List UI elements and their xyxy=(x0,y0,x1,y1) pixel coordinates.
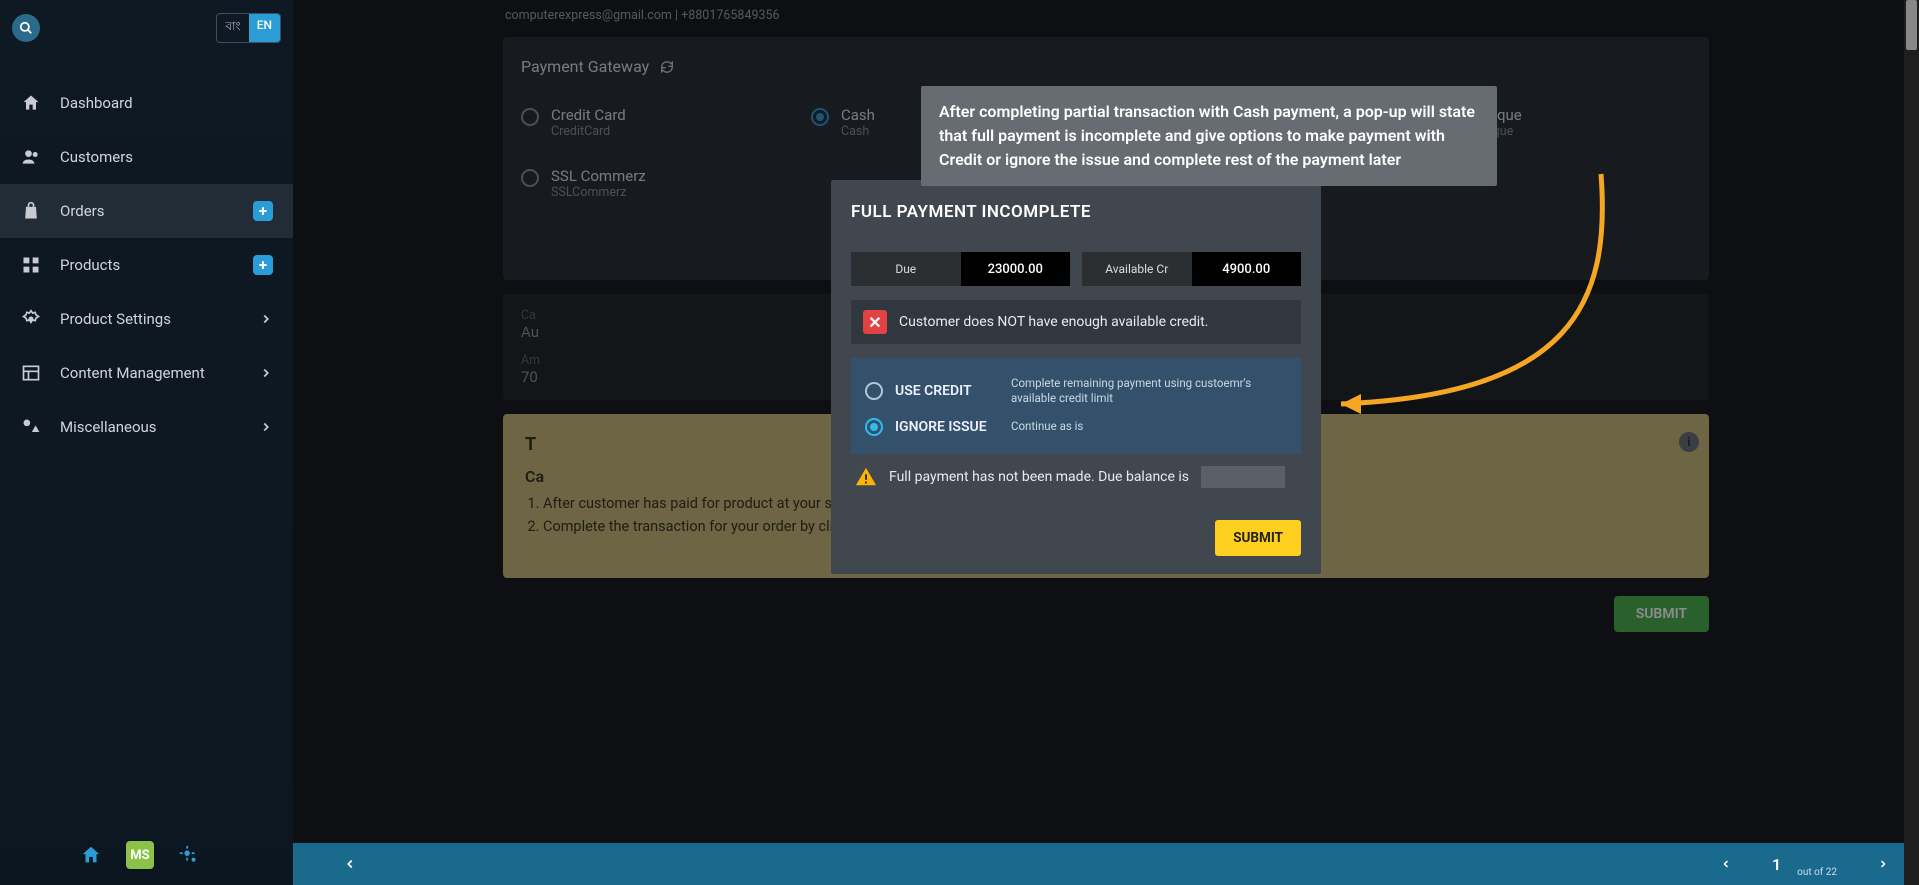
grid-icon xyxy=(20,255,42,275)
ms-badge[interactable]: MS xyxy=(126,841,154,869)
lang-bn[interactable]: বাং xyxy=(217,14,248,42)
sidebar-item-label: Customers xyxy=(60,148,133,166)
shapes-icon xyxy=(20,417,42,437)
bag-icon xyxy=(20,201,42,221)
option-ignore-issue[interactable]: IGNORE ISSUE Continue as is xyxy=(865,412,1287,442)
home-icon xyxy=(20,93,42,113)
page-total: out of 22 xyxy=(1797,867,1837,878)
modal-submit-button[interactable]: SUBMIT xyxy=(1215,520,1301,556)
search-icon xyxy=(19,21,33,35)
vertical-scrollbar[interactable] xyxy=(1904,0,1919,885)
modal-title: FULL PAYMENT INCOMPLETE xyxy=(851,202,1301,222)
users-icon xyxy=(20,147,42,167)
due-balance-input[interactable] xyxy=(1201,466,1285,488)
layout-icon xyxy=(20,363,42,383)
alert-text: Customer does NOT have enough available … xyxy=(899,314,1208,330)
settings-gear-icon[interactable] xyxy=(178,844,200,866)
sidebar-item-dashboard[interactable]: Dashboard xyxy=(0,76,293,130)
radio-icon xyxy=(865,382,883,400)
warning-icon xyxy=(855,466,877,488)
search-button[interactable] xyxy=(12,14,40,42)
sidebar-item-label: Content Management xyxy=(60,364,205,382)
sidebar-item-product-settings[interactable]: Product Settings xyxy=(0,292,293,346)
option-description: Continue as is xyxy=(1011,419,1083,434)
due-label: Due xyxy=(851,252,961,286)
option-description: Complete remaining payment using custoem… xyxy=(1011,376,1287,406)
main-content: computerexpress@gmail.com | +88017658493… xyxy=(293,0,1919,885)
due-box: Due 23000.00 xyxy=(851,252,1070,286)
sidebar-item-label: Miscellaneous xyxy=(60,418,157,436)
annotation-callout: After completing partial transaction wit… xyxy=(921,86,1497,186)
option-label: USE CREDIT xyxy=(895,383,999,399)
chevron-left-icon[interactable] xyxy=(343,857,357,871)
home-icon[interactable] xyxy=(80,844,102,866)
pager-prev-icon[interactable] xyxy=(1720,858,1732,870)
full-payment-incomplete-modal: FULL PAYMENT INCOMPLETE Due 23000.00 Ava… xyxy=(831,180,1321,574)
chevron-right-icon xyxy=(259,366,273,380)
lang-en[interactable]: EN xyxy=(249,14,280,42)
warning-text: Full payment has not been made. Due bala… xyxy=(889,469,1189,485)
page-number: 1 xyxy=(1772,855,1781,874)
sidebar-item-label: Dashboard xyxy=(60,94,133,112)
sidebar-item-products[interactable]: Products + xyxy=(0,238,293,292)
radio-icon xyxy=(865,418,883,436)
sidebar-item-label: Orders xyxy=(60,202,105,220)
error-icon: ✕ xyxy=(863,310,887,334)
add-order-button[interactable]: + xyxy=(253,201,273,221)
pager-bar: 1 out of 22 xyxy=(293,843,1919,885)
error-alert: ✕ Customer does NOT have enough availabl… xyxy=(851,300,1301,344)
warning-row: Full payment has not been made. Due bala… xyxy=(851,454,1301,500)
chevron-right-icon xyxy=(259,312,273,326)
add-product-button[interactable]: + xyxy=(253,255,273,275)
sidebar-item-orders[interactable]: Orders + xyxy=(0,184,293,238)
credit-value: 4900.00 xyxy=(1192,252,1302,286)
sidebar-item-label: Products xyxy=(60,256,120,274)
chevron-right-icon xyxy=(259,420,273,434)
pager-next-icon[interactable] xyxy=(1877,858,1889,870)
sidebar-item-content-management[interactable]: Content Management xyxy=(0,346,293,400)
sidebar-item-customers[interactable]: Customers xyxy=(0,130,293,184)
due-value: 23000.00 xyxy=(961,252,1071,286)
resolution-options: USE CREDIT Complete remaining payment us… xyxy=(851,358,1301,454)
credit-box: Available Cr 4900.00 xyxy=(1082,252,1301,286)
sidebar-item-miscellaneous[interactable]: Miscellaneous xyxy=(0,400,293,454)
language-toggle[interactable]: বাং EN xyxy=(216,13,281,43)
option-label: IGNORE ISSUE xyxy=(895,419,999,435)
credit-label: Available Cr xyxy=(1082,252,1192,286)
option-use-credit[interactable]: USE CREDIT Complete remaining payment us… xyxy=(865,370,1287,412)
gear-icon xyxy=(20,309,42,329)
scrollbar-thumb[interactable] xyxy=(1906,0,1917,50)
sidebar: বাং EN Dashboard Customers Orders + Prod… xyxy=(0,0,293,885)
sidebar-item-label: Product Settings xyxy=(60,310,171,328)
